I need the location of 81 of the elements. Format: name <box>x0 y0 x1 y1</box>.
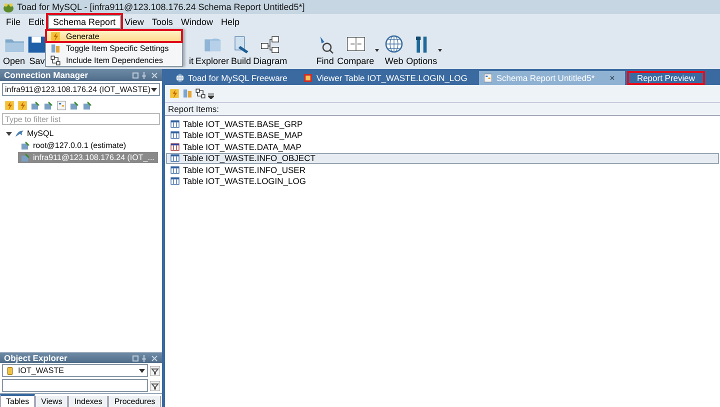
caret-icon[interactable] <box>438 49 442 52</box>
caret-icon[interactable] <box>375 49 380 52</box>
expander-icon[interactable] <box>6 132 12 136</box>
report-item[interactable]: Table IOT_WASTE.LOGIN_LOG <box>166 176 719 187</box>
object-dropdown[interactable] <box>2 379 148 392</box>
table-icon <box>170 164 180 175</box>
dropdown-item[interactable]: Toggle Item Specific Settings <box>46 42 182 54</box>
connection-icon[interactable] <box>30 100 41 111</box>
tab[interactable]: Tables <box>0 394 36 407</box>
menu-item[interactable]: Help <box>216 16 244 28</box>
window-title: Toad for MySQL - [infra911@123.108.176.24 Schema Report Untitled5*] <box>17 2 305 12</box>
report-icon[interactable] <box>56 100 67 111</box>
toolbar-button[interactable]: Build <box>230 34 252 66</box>
menu-item[interactable]: Window <box>176 16 217 28</box>
table-icon <box>170 130 180 140</box>
dropdown-arrow-icon <box>139 368 145 372</box>
compare-icon <box>346 34 366 54</box>
overflow-icon[interactable] <box>208 93 214 99</box>
toolbar-button[interactable]: Open <box>2 34 26 66</box>
document-tab[interactable]: Schema Report Untitled5* × <box>479 71 625 85</box>
report-item[interactable]: Table IOT_WASTE.BASE_MAP <box>166 130 719 141</box>
document-tab[interactable]: Report Preview <box>626 71 706 85</box>
menu-item[interactable]: Tools <box>148 16 177 28</box>
dropdown-item[interactable]: Include Item Dependencies <box>46 54 182 66</box>
connection-icon[interactable] <box>82 100 93 111</box>
toggle-icon[interactable] <box>182 88 193 99</box>
report-icon <box>483 73 494 83</box>
database-icon <box>5 366 15 376</box>
menu-item[interactable]: Schema Report <box>48 14 121 28</box>
dolphin-icon <box>14 128 25 139</box>
table-icon <box>170 118 180 129</box>
generate-icon[interactable] <box>4 100 15 111</box>
connection-icon[interactable] <box>43 100 54 111</box>
tab[interactable]: Views <box>35 396 68 407</box>
menu-item[interactable]: View <box>120 16 148 28</box>
connection-icon <box>20 152 31 163</box>
toad-logo-icon <box>3 2 14 12</box>
dependencies-icon[interactable] <box>195 88 206 99</box>
report-item[interactable]: Table IOT_WASTE.DATA_MAP <box>166 141 719 152</box>
diagram-icon <box>260 34 280 54</box>
data-table-icon <box>170 142 180 152</box>
toolbar-button[interactable]: Find <box>314 34 336 66</box>
toolbar-button[interactable]: it <box>188 56 195 66</box>
toolbar-button[interactable]: Compare <box>336 34 376 66</box>
report-item[interactable]: Table IOT_WASTE.BASE_GRP <box>166 118 719 130</box>
grid-icon <box>303 73 314 83</box>
generate-icon <box>50 30 61 42</box>
toggle-icon <box>50 42 61 54</box>
report-item[interactable]: Table IOT_WASTE.INFO_OBJECT <box>166 152 719 164</box>
panel-title: Object Explorer <box>4 353 68 363</box>
panel-controls-icon <box>132 354 158 362</box>
toolbar-button[interactable]: Diagram <box>252 34 288 66</box>
tree-item[interactable]: MySQL <box>4 128 158 139</box>
connection-icon[interactable] <box>69 100 80 111</box>
close-icon[interactable]: × <box>610 73 615 83</box>
menu-item[interactable]: File <box>2 16 25 28</box>
menu-item[interactable]: Edit <box>24 16 48 28</box>
generate-icon[interactable] <box>17 100 28 111</box>
report-item[interactable]: Table IOT_WASTE.INFO_USER <box>166 164 719 176</box>
dropdown-arrow-icon <box>151 88 157 92</box>
toolbar-button[interactable]: Web <box>383 34 406 66</box>
panel-controls-icon <box>132 72 158 78</box>
connection-dropdown[interactable]: infra911@123.108.176.24 (IOT_WASTE) <box>2 83 160 96</box>
table-icon <box>170 153 180 164</box>
connection-icon <box>20 140 31 151</box>
filter-field[interactable]: Type to filter list <box>2 113 160 125</box>
toolbar-button[interactable]: Options <box>405 34 438 66</box>
toolbar-button[interactable]: Sav <box>26 34 48 66</box>
globe-icon <box>384 34 404 54</box>
database-dropdown[interactable]: IOT_WASTE <box>2 364 148 377</box>
panel-title: Connection Manager <box>4 70 88 80</box>
tab[interactable]: Procedures <box>108 396 162 407</box>
generate-icon[interactable] <box>169 88 180 99</box>
section-label: Report Items: <box>165 103 720 115</box>
document-tab[interactable]: Viewer Table IOT_WASTE.LOGIN_LOG <box>299 71 478 85</box>
toolbar-button[interactable]: Explorer <box>194 34 230 66</box>
tab[interactable]: Indexes <box>68 396 108 407</box>
document-tab[interactable]: Toad for MySQL Freeware <box>171 71 298 85</box>
tree-item[interactable]: root@127.0.0.1 (estimate) <box>18 140 158 151</box>
table-icon <box>170 176 180 186</box>
dropdown-item[interactable]: Generate <box>46 30 182 42</box>
